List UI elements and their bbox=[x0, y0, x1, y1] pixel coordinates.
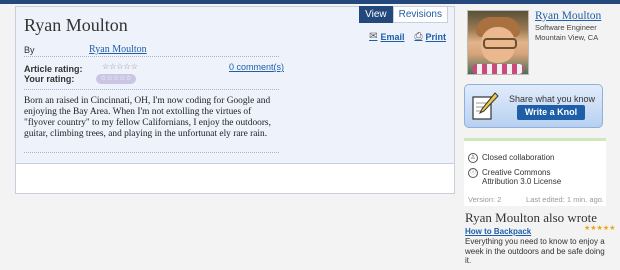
tab-revisions[interactable]: Revisions bbox=[392, 6, 448, 23]
avatar[interactable] bbox=[467, 10, 529, 75]
collaboration-row: ♙ Closed collaboration bbox=[468, 153, 555, 163]
printer-icon: ⎙ bbox=[414, 31, 423, 42]
also-wrote-heading: Ryan Moulton also wrote bbox=[465, 210, 597, 225]
view-tabs: View Revisions bbox=[359, 6, 448, 23]
by-label: By bbox=[24, 45, 35, 55]
last-edited-label: Last edited: 1 min. ago. bbox=[526, 195, 604, 204]
license-row: ⓘ Creative Commons Attribution 3.0 Licen… bbox=[468, 168, 561, 186]
print-link[interactable]: ⎙ Print bbox=[414, 31, 446, 42]
divider bbox=[24, 152, 279, 153]
article-rating-stars: ☆☆☆☆☆ bbox=[102, 62, 138, 71]
envelope-icon: ✉ bbox=[369, 31, 378, 42]
article-rating-label: Article rating: bbox=[24, 64, 83, 74]
your-rating-stars[interactable]: ☆☆☆☆☆ bbox=[96, 74, 136, 84]
related-knol-description: Everything you need to know to enjoy a w… bbox=[465, 237, 605, 265]
author-link[interactable]: Ryan Moulton bbox=[89, 44, 147, 55]
related-knol-link[interactable]: How to Backpack bbox=[465, 227, 531, 236]
collaboration-label: Closed collaboration bbox=[482, 153, 555, 162]
divider bbox=[24, 89, 279, 90]
your-rating-label: Your rating: bbox=[24, 74, 75, 84]
related-knol-stars: ★★★★★ bbox=[584, 225, 616, 232]
profile-name-link[interactable]: Ryan Moulton bbox=[535, 10, 601, 22]
profile-role: Software Engineer bbox=[535, 23, 597, 32]
article-header-panel: Ryan Moulton View Revisions ✉ Email ⎙ Prin… bbox=[16, 6, 454, 164]
article-card: Ryan Moulton View Revisions ✉ Email ⎙ Prin… bbox=[15, 6, 455, 194]
email-label: Email bbox=[380, 31, 405, 42]
profile-location: Mountain View, CA bbox=[535, 33, 599, 42]
article-title: Ryan Moulton bbox=[24, 15, 128, 35]
tab-view[interactable]: View bbox=[359, 6, 393, 23]
license-line2: Attribution 3.0 License bbox=[482, 177, 562, 186]
creative-commons-icon: ⓘ bbox=[468, 168, 478, 178]
divider bbox=[24, 56, 279, 57]
people-icon: ♙ bbox=[468, 153, 478, 163]
knol-info-box: ♙ Closed collaboration ⓘ Creative Common… bbox=[464, 138, 606, 206]
print-label: Print bbox=[425, 31, 446, 42]
pencil-paper-icon bbox=[472, 92, 499, 120]
share-box: Share what you know Write a Knol bbox=[464, 84, 603, 128]
article-actions: ✉ Email ⎙ Print bbox=[369, 31, 446, 42]
top-bar bbox=[0, 0, 620, 4]
version-label: Version: 2 bbox=[468, 195, 502, 204]
license-line1: Creative Commons bbox=[482, 168, 551, 177]
write-knol-button[interactable]: Write a Knol bbox=[517, 105, 585, 120]
email-link[interactable]: ✉ Email bbox=[369, 31, 404, 42]
comments-link[interactable]: 0 comment(s) bbox=[229, 62, 284, 72]
article-body: Born an raised in Cincinnati, OH, I'm no… bbox=[24, 96, 271, 139]
share-text: Share what you know bbox=[509, 94, 596, 104]
